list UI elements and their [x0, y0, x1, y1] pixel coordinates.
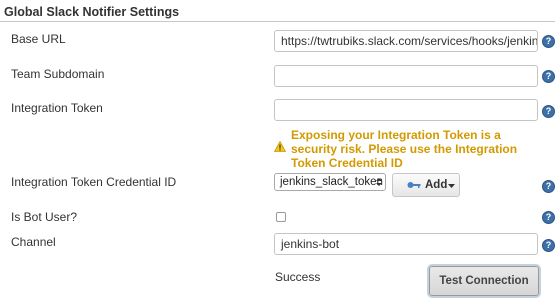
bot-user-checkbox[interactable] [276, 212, 286, 222]
credential-id-label: Integration Token Credential ID [11, 175, 177, 189]
key-icon [407, 182, 421, 188]
integration-token-input[interactable] [274, 99, 538, 121]
base-url-input[interactable]: https://twtrubiks.slack.com/services/hoo… [274, 30, 538, 52]
add-credential-button[interactable]: Add [392, 173, 460, 197]
select-arrows-icon [376, 178, 382, 186]
help-icon[interactable]: ? [542, 211, 555, 224]
channel-label: Channel [11, 235, 56, 249]
test-connection-button[interactable]: Test Connection [429, 266, 539, 296]
base-url-label: Base URL [11, 32, 66, 46]
help-icon[interactable]: ? [542, 105, 555, 118]
team-subdomain-label: Team Subdomain [11, 67, 105, 81]
warning-icon [274, 141, 286, 152]
bot-user-label: Is Bot User? [11, 210, 78, 224]
credential-id-selected: jenkins_slack_token [280, 176, 383, 188]
section-title: Global Slack Notifier Settings [4, 5, 180, 19]
credential-id-select[interactable]: jenkins_slack_token [274, 173, 386, 191]
add-button-label: Add [425, 179, 448, 191]
connection-status: Success [275, 270, 321, 284]
token-warning: Exposing your Integration Token is a sec… [274, 128, 536, 170]
integration-token-label: Integration Token [11, 101, 103, 115]
section-divider [0, 21, 555, 22]
help-icon[interactable]: ? [542, 239, 555, 252]
help-icon[interactable]: ? [542, 180, 555, 193]
team-subdomain-input[interactable] [274, 65, 538, 87]
channel-input[interactable]: jenkins-bot [274, 233, 538, 255]
help-icon[interactable]: ? [542, 35, 555, 48]
help-icon[interactable]: ? [542, 70, 555, 83]
caret-down-icon [448, 184, 455, 188]
warning-text: Exposing your Integration Token is a sec… [291, 128, 518, 170]
